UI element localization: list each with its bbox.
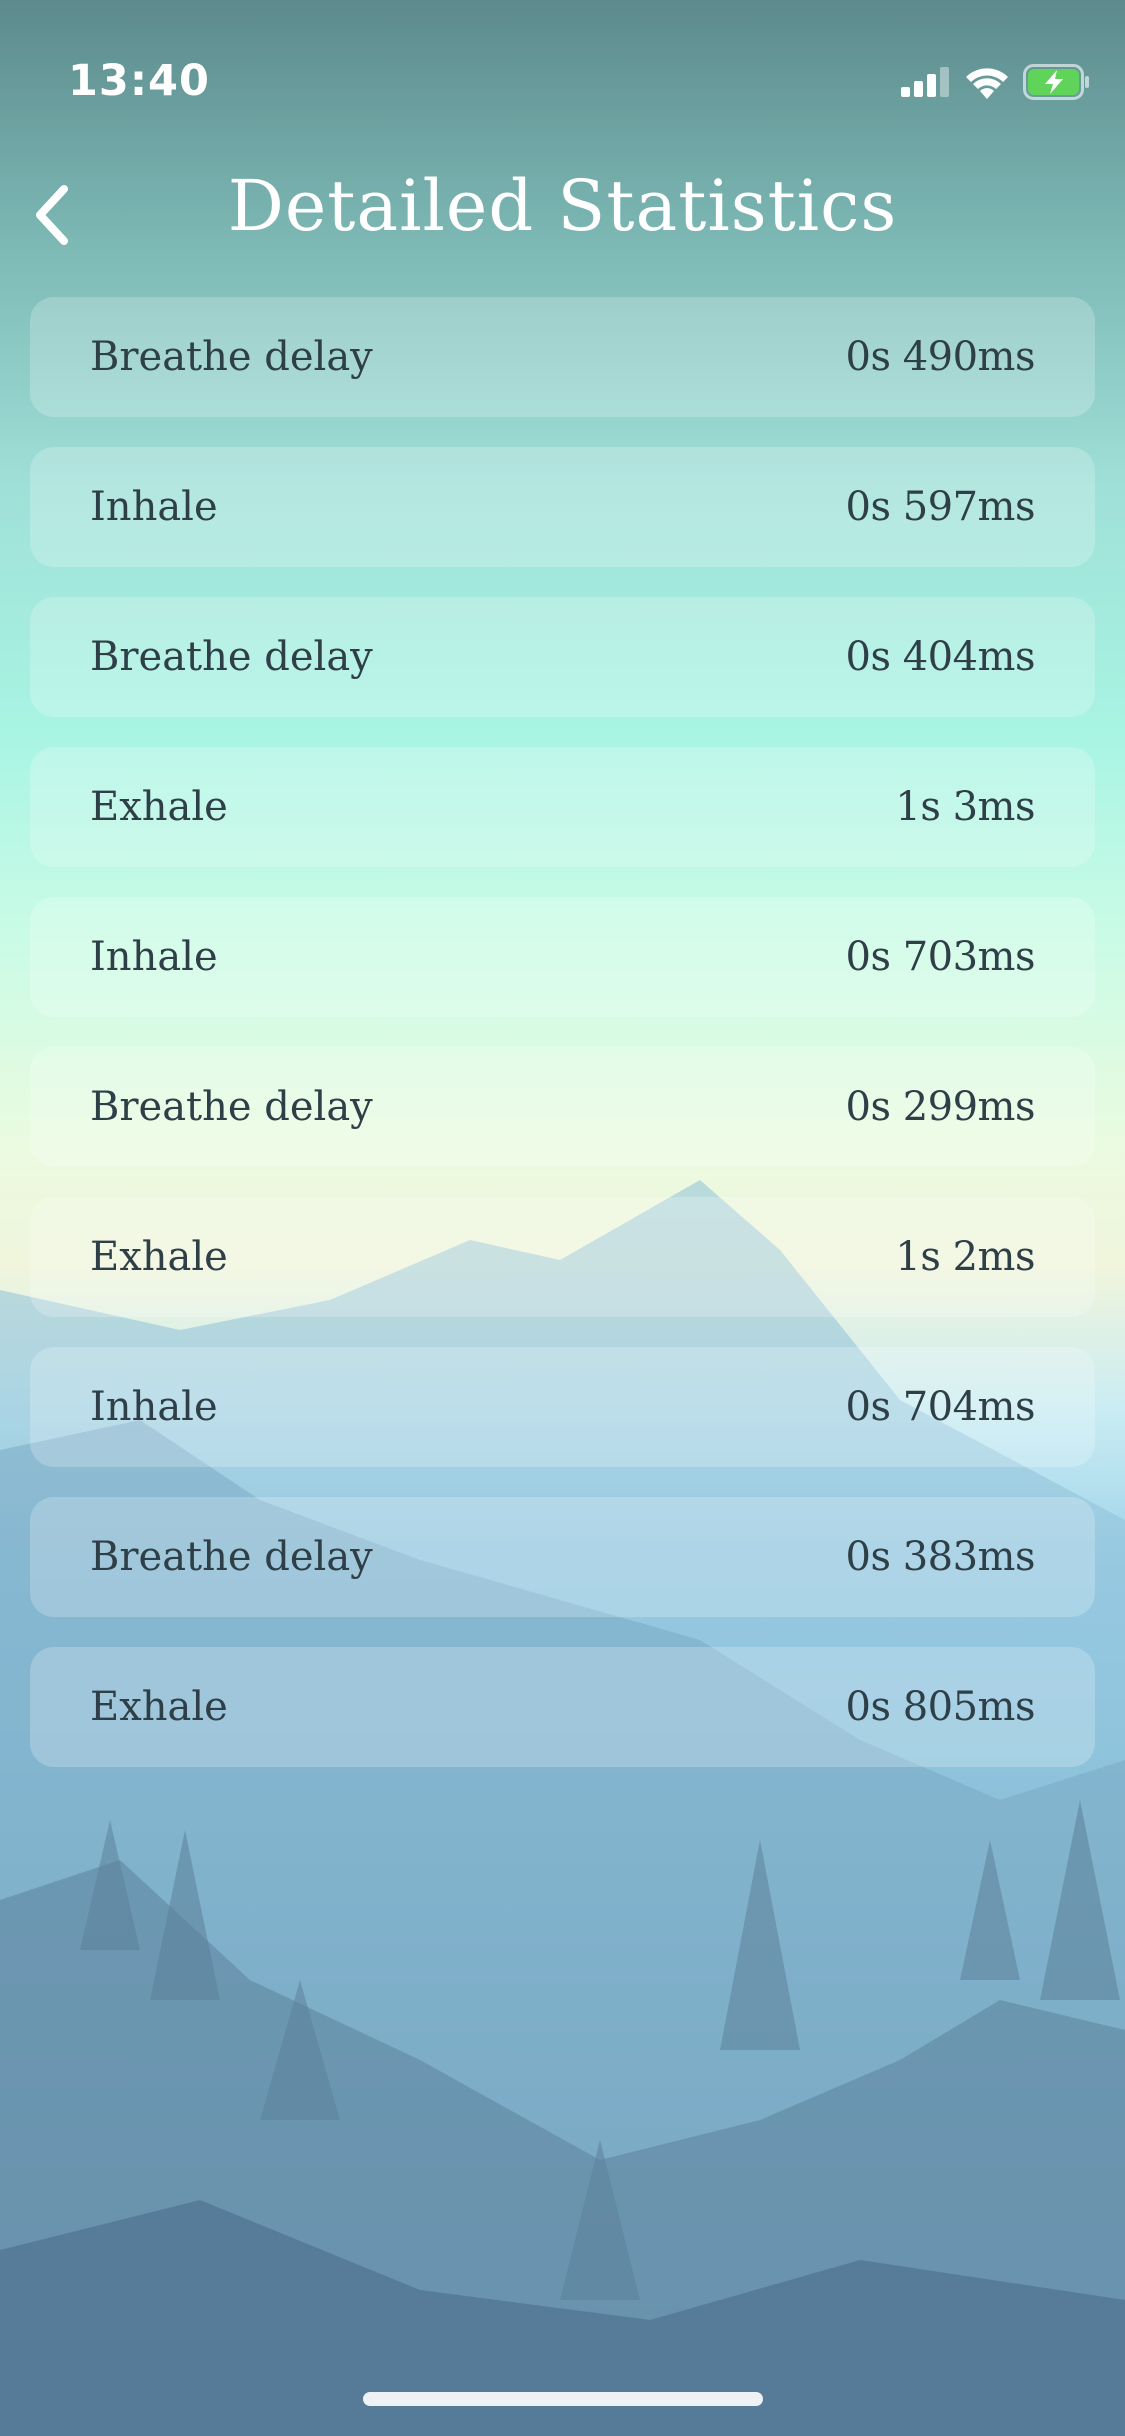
stat-label: Breathe delay xyxy=(90,334,373,380)
list-item: Exhale 0s 805ms xyxy=(30,1647,1095,1767)
stat-value: 0s 299ms xyxy=(845,1084,1036,1130)
stat-value: 0s 704ms xyxy=(845,1384,1036,1430)
list-item: Breathe delay 0s 299ms xyxy=(30,1047,1095,1167)
battery-charging-icon xyxy=(1023,64,1089,100)
list-item: Breathe delay 0s 404ms xyxy=(30,597,1095,717)
signal-icon xyxy=(901,67,949,97)
stat-label: Inhale xyxy=(90,934,218,980)
status-time: 13:40 xyxy=(68,56,210,106)
list-item: Inhale 0s 597ms xyxy=(30,447,1095,567)
stat-label: Exhale xyxy=(90,1684,228,1730)
stat-value: 0s 490ms xyxy=(845,334,1036,380)
stat-value: 1s 2ms xyxy=(895,1234,1035,1280)
stat-value: 0s 703ms xyxy=(845,934,1036,980)
home-indicator[interactable] xyxy=(363,2392,763,2406)
status-icons xyxy=(901,60,1091,104)
stat-label: Breathe delay xyxy=(90,1084,373,1130)
stat-label: Exhale xyxy=(90,784,228,830)
list-item: Breathe delay 0s 490ms xyxy=(30,297,1095,417)
stat-label: Breathe delay xyxy=(90,634,373,680)
list-item: Exhale 1s 3ms xyxy=(30,747,1095,867)
wifi-icon xyxy=(966,68,1008,99)
stat-value: 0s 404ms xyxy=(845,634,1036,680)
statistics-list: Breathe delay 0s 490ms Inhale 0s 597ms B… xyxy=(30,297,1095,1797)
list-item: Breathe delay 0s 383ms xyxy=(30,1497,1095,1617)
stat-label: Inhale xyxy=(90,1384,218,1430)
stat-value: 0s 597ms xyxy=(845,484,1036,530)
stat-label: Inhale xyxy=(90,484,218,530)
stat-label: Exhale xyxy=(90,1234,228,1280)
page-title: Detailed Statistics xyxy=(227,165,898,247)
stat-value: 0s 383ms xyxy=(845,1534,1036,1580)
stat-label: Breathe delay xyxy=(90,1534,373,1580)
stat-value: 0s 805ms xyxy=(845,1684,1036,1730)
stat-value: 1s 3ms xyxy=(895,784,1035,830)
list-item: Inhale 0s 703ms xyxy=(30,897,1095,1017)
list-item: Exhale 1s 2ms xyxy=(30,1197,1095,1317)
list-item: Inhale 0s 704ms xyxy=(30,1347,1095,1467)
